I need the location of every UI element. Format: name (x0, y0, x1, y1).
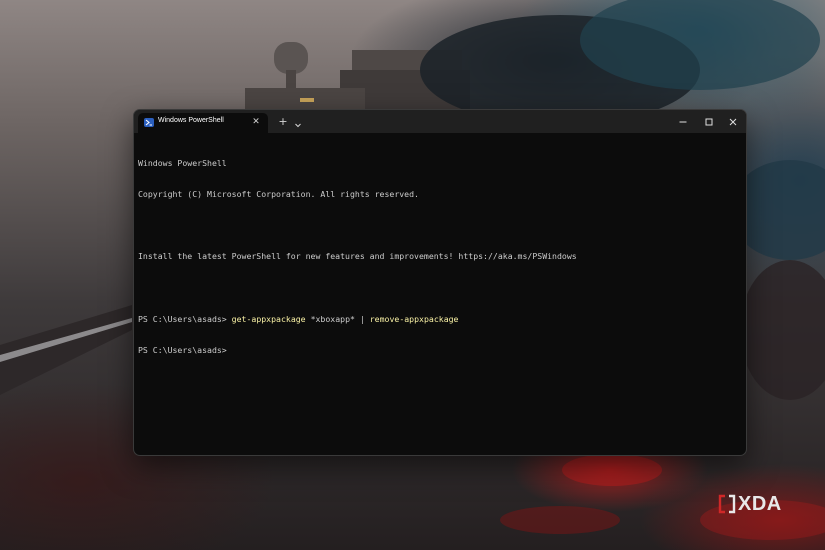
chevron-down-icon[interactable] (292, 116, 304, 128)
current-prompt[interactable]: PS C:\Users\asads> (138, 345, 738, 355)
xda-logo-text: XDA (738, 493, 782, 515)
xda-logo-icon (718, 494, 736, 514)
minimize-button[interactable] (670, 110, 696, 133)
cmdlet-get-appxpackage: get-appxpackage (231, 313, 306, 324)
maximize-button[interactable] (696, 110, 722, 133)
command-argument: *xboxapp* (310, 313, 355, 324)
maximize-icon (705, 118, 713, 126)
console-line: Install the latest PowerShell for new fe… (138, 251, 577, 262)
tab-title: Windows PowerShell (158, 117, 224, 124)
close-button[interactable] (720, 110, 746, 133)
close-icon (729, 118, 737, 126)
prompt: PS C:\Users\asads> (138, 313, 227, 324)
minimize-icon (679, 121, 687, 123)
pipe-operator: | (359, 313, 365, 324)
command-line: PS C:\Users\asads> get-appxpackage *xbox… (138, 314, 738, 324)
tab-powershell[interactable]: Windows PowerShell ✕ (138, 113, 268, 133)
title-bar[interactable]: Windows PowerShell ✕ + (134, 110, 746, 133)
powershell-window: Windows PowerShell ✕ + Windows PowerShel… (133, 109, 747, 456)
console-line: Copyright (C) Microsoft Corporation. All… (138, 189, 419, 200)
cmdlet-remove-appxpackage: remove-appxpackage (369, 313, 459, 324)
console-line: Windows PowerShell (138, 157, 227, 168)
tab-close-icon[interactable]: ✕ (250, 116, 262, 128)
powershell-icon (144, 118, 154, 127)
console-output[interactable]: Windows PowerShell Copyright (C) Microso… (138, 137, 738, 449)
new-tab-button[interactable]: + (276, 115, 290, 129)
